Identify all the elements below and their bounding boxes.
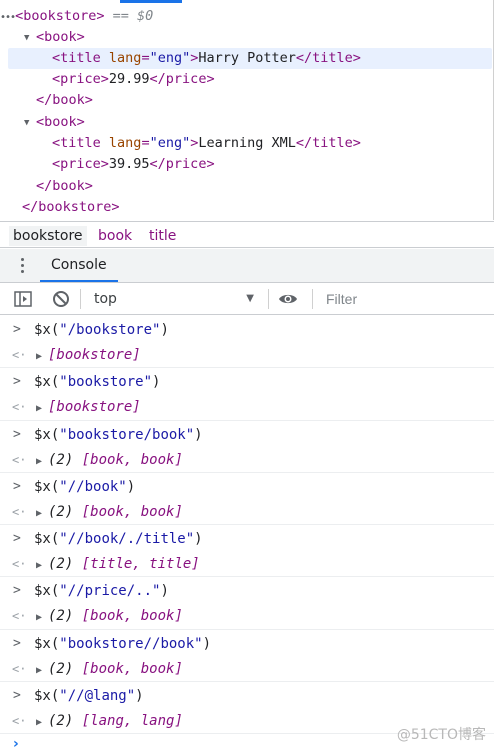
tree-node-book-close[interactable]: </book> <box>0 176 490 197</box>
console-input-line[interactable]: > $x("bookstore/book") <box>0 424 494 446</box>
return-arrow-icon: <· <box>12 452 27 467</box>
console-input-line[interactable]: > $x("//book/./title") <box>0 528 494 550</box>
console-result-line[interactable]: <· ▶ (2) [book, book] <box>0 449 494 471</box>
console-result-line[interactable]: <· ▶ [bookstore] <box>0 396 494 418</box>
tree-node-title-selected[interactable]: <title lang="eng">Harry Potter</title> <box>8 48 492 69</box>
toolbar-divider <box>268 289 269 309</box>
console-input-line[interactable]: > $x("bookstore//book") <box>0 633 494 655</box>
breadcrumb: bookstore book title <box>0 221 494 248</box>
selected-ref: == $0 <box>112 8 154 24</box>
console-entry: > $x("bookstore/book") <· ▶ (2) [book, book] <box>0 421 494 473</box>
context-label: top <box>94 291 117 307</box>
chevron-right-icon: > <box>13 426 21 442</box>
triangle-right-icon[interactable]: ▶ <box>36 660 48 682</box>
console-result-line[interactable]: <· ▶ (2) [title, title] <box>0 553 494 575</box>
clear-console-icon[interactable] <box>51 289 71 309</box>
console-prompt[interactable]: › <box>13 736 19 752</box>
return-arrow-icon: <· <box>12 609 27 624</box>
console-entry: > $x("//price/..") <· ▶ (2) [book, book] <box>0 577 494 630</box>
filter-input[interactable] <box>318 286 494 312</box>
console-result-line[interactable]: <· ▶ (2) [book, book] <box>0 658 494 680</box>
console-entry: > $x("bookstore//book") <· ▶ (2) [book, book… <box>0 630 494 682</box>
watermark: @51CTO博客 <box>396 727 486 743</box>
chevron-right-icon: > <box>13 687 21 703</box>
tree-node-title[interactable]: <title lang="eng">Learning XML</title> <box>0 133 490 154</box>
triangle-right-icon[interactable]: ▶ <box>36 451 48 473</box>
console-expression: $x("bookstore//book") <box>34 635 212 652</box>
triangle-right-icon[interactable]: ▶ <box>36 346 48 368</box>
return-arrow-icon: <· <box>12 348 27 362</box>
return-arrow-icon: <· <box>12 504 27 519</box>
console-result[interactable]: ▶ (2) [lang, lang] <box>36 710 183 734</box>
return-arrow-icon: <· <box>12 713 27 728</box>
return-arrow-icon: <· <box>12 661 27 676</box>
tree-node-book[interactable]: ▼ <book> <box>0 112 490 133</box>
console-input-line[interactable]: > $x("//price/..") <box>0 580 494 602</box>
console-expression: $x("bookstore/book") <box>34 426 203 443</box>
console-result[interactable]: ▶ (2) [book, book] <box>36 449 183 473</box>
tree-node-price[interactable]: <price>29.99</price> <box>0 69 490 90</box>
triangle-down-icon[interactable]: ▼ <box>24 113 36 134</box>
tree-node-price[interactable]: <price>39.95</price> <box>0 154 490 175</box>
triangle-right-icon[interactable]: ▶ <box>36 555 48 577</box>
console-expression: $x("/bookstore") <box>34 322 169 338</box>
console-entry: > $x("//book/./title") <· ▶ (2) [title, titl… <box>0 525 494 578</box>
triangle-right-icon[interactable]: ▶ <box>36 398 48 420</box>
ellipsis-icon[interactable]: ••• <box>0 12 16 23</box>
return-arrow-icon: <· <box>12 400 27 415</box>
console-result[interactable]: ▶ (2) [book, book] <box>36 605 183 629</box>
toolbar-divider <box>312 289 313 309</box>
breadcrumb-item-book[interactable]: book <box>98 226 132 246</box>
console-result-line[interactable]: <· ▶ (2) [book, book] <box>0 501 494 523</box>
console-input-line[interactable]: > $x("/bookstore") <box>0 319 494 341</box>
toolbar-divider <box>80 289 81 309</box>
triangle-right-icon[interactable]: ▶ <box>36 503 48 525</box>
console-result-line[interactable]: <· ▶ [bookstore] <box>0 344 494 366</box>
return-arrow-icon: <· <box>12 557 27 571</box>
breadcrumb-item-title[interactable]: title <box>149 226 176 246</box>
chevron-right-icon: > <box>13 322 21 337</box>
console-input-line[interactable]: > $x("//@lang") <box>0 685 494 707</box>
console-result[interactable]: ▶ (2) [title, title] <box>36 553 200 577</box>
tree-node-bookstore-close[interactable]: </bookstore> <box>0 197 490 218</box>
tab-console[interactable]: Console <box>40 249 118 282</box>
console-expression: $x("//price/..") <box>34 583 169 600</box>
tree-node-book-close[interactable]: </book> <box>0 90 490 111</box>
console-log: > $x("/bookstore") <· ▶ [bookstore] > $x("book… <box>0 316 494 734</box>
console-result[interactable]: ▶ (2) [book, book] <box>36 658 183 682</box>
chevron-right-icon: > <box>13 635 21 651</box>
console-expression: $x("bookstore") <box>34 374 161 391</box>
sidebar-toggle-icon[interactable] <box>13 289 33 309</box>
console-result[interactable]: ▶ [bookstore] <box>36 344 141 368</box>
console-expression: $x("//book") <box>34 478 136 495</box>
console-entry: > $x("bookstore") <· ▶ [bookstore] <box>0 368 494 421</box>
chevron-right-icon: > <box>13 374 21 390</box>
triangle-right-icon[interactable]: ▶ <box>36 607 48 629</box>
console-entry: > $x("//book") <· ▶ (2) [book, book] <box>0 473 494 525</box>
console-entry: > $x("/bookstore") <· ▶ [bookstore] <box>0 316 494 369</box>
console-result[interactable]: ▶ (2) [book, book] <box>36 501 183 525</box>
console-result-line[interactable]: <· ▶ (2) [book, book] <box>0 605 494 627</box>
chevron-right-icon: > <box>13 583 21 599</box>
dropdown-arrow-icon: ▼ <box>246 293 254 304</box>
more-options-icon[interactable] <box>20 256 26 276</box>
console-input-line[interactable]: > $x("bookstore") <box>0 371 494 393</box>
panel-tab-indicator <box>120 0 182 3</box>
console-toolbar: top ▼ <box>0 283 494 315</box>
console-expression: $x("//@lang") <box>34 687 144 704</box>
eye-icon[interactable] <box>278 289 298 309</box>
chevron-right-icon: > <box>13 478 21 494</box>
drawer-tab-bar: Console <box>0 249 494 283</box>
tree-node-bookstore[interactable]: •••<bookstore> == $0 <box>0 6 490 27</box>
triangle-right-icon[interactable]: ▶ <box>36 712 48 734</box>
console-result[interactable]: ▶ [bookstore] <box>36 396 141 420</box>
breadcrumb-item-bookstore[interactable]: bookstore <box>9 226 87 246</box>
console-input-line[interactable]: > $x("//book") <box>0 476 494 498</box>
triangle-down-icon[interactable]: ▼ <box>24 28 36 49</box>
chevron-right-icon: > <box>13 531 21 546</box>
context-selector[interactable]: top ▼ <box>86 286 262 312</box>
console-expression: $x("//book/./title") <box>34 531 203 547</box>
elements-tree: •••<bookstore> == $0 ▼ <book> <title lang… <box>0 0 494 220</box>
tree-node-book[interactable]: ▼ <book> <box>0 27 490 48</box>
